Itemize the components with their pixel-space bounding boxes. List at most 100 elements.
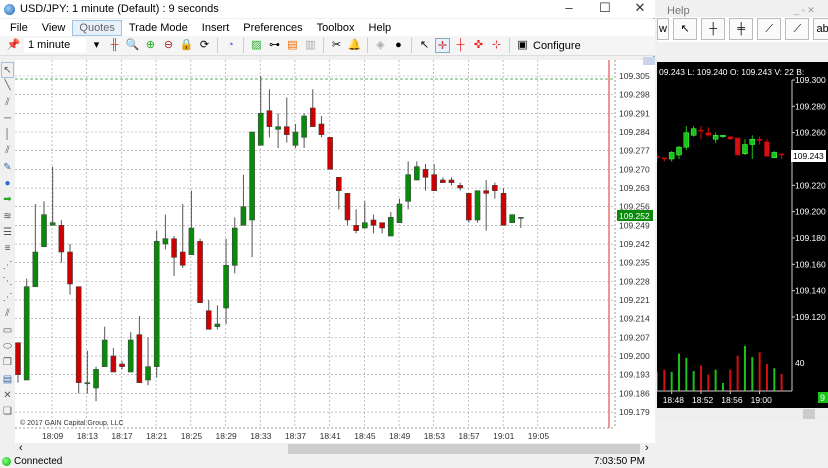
- side-chart[interactable]: 09.243 L: 109.240 O: 109.243 V: 22 B: 10…: [657, 0, 828, 468]
- crosshair-icon[interactable]: ✛: [435, 38, 450, 53]
- bars-icon[interactable]: ▥: [303, 38, 318, 53]
- volume-bar: [670, 371, 673, 391]
- candle-body: [361, 222, 368, 229]
- cross-marker-icon[interactable]: ⊹: [489, 38, 504, 53]
- price-chart[interactable]: 109.305 109.298 109.291 109.284 109.277 109.2…: [0, 56, 655, 456]
- price-label: 109.298: [619, 90, 650, 100]
- time-axis: 18:09 18:13 18:17 18:21 18:25 18:29 18:33 18:37…: [42, 431, 549, 441]
- menu-insert[interactable]: Insert: [195, 20, 237, 36]
- candle-body: [344, 193, 351, 221]
- candle-body: [335, 177, 342, 191]
- minimize-button[interactable]: –: [554, 0, 584, 18]
- price-label: 109.235: [619, 258, 650, 268]
- menu-preferences[interactable]: Preferences: [236, 20, 309, 36]
- price-label: 109.263: [619, 183, 650, 193]
- menu-view[interactable]: View: [35, 20, 73, 36]
- side-scroll-thumb[interactable]: [803, 409, 815, 419]
- candle-body: [405, 174, 411, 202]
- menu-help[interactable]: Help: [362, 20, 399, 36]
- price-label: 109.270: [619, 164, 650, 174]
- volume-bar: [751, 357, 754, 391]
- side-price-label: 109.120: [795, 312, 826, 322]
- menu-toolbox[interactable]: Toolbox: [310, 20, 362, 36]
- candle-body: [318, 123, 325, 135]
- timeframe-select[interactable]: 1 minute: [24, 38, 86, 53]
- scroll-left-arrow[interactable]: ‹: [19, 442, 23, 454]
- title-bar: USD/JPY: 1 minute (Default) : 9 seconds …: [0, 0, 655, 18]
- side-price-label: 109.160: [795, 259, 826, 269]
- volume-bar: [663, 369, 666, 391]
- time-label: 18:45: [354, 431, 376, 441]
- side-candle-body: [764, 141, 770, 157]
- side-candle-body: [778, 153, 785, 156]
- zoom-in-icon[interactable]: ⊕: [143, 38, 158, 53]
- dropdown-arrow-icon[interactable]: ▾: [89, 38, 104, 53]
- price-label: 109.228: [619, 276, 650, 286]
- app-icon: [4, 3, 15, 15]
- candle-body: [205, 310, 212, 330]
- menu-file[interactable]: File: [3, 20, 35, 36]
- hierarchy-icon[interactable]: ⊶: [267, 38, 282, 53]
- candle-body: [49, 222, 56, 226]
- scroll-right-arrow[interactable]: ›: [645, 442, 649, 454]
- side-candle-body: [661, 157, 668, 160]
- candle-body: [32, 251, 39, 287]
- scissors-icon[interactable]: ✂: [329, 38, 344, 53]
- cross-icon[interactable]: ┼: [453, 38, 468, 53]
- volume-bar: [758, 352, 761, 391]
- studies-icon[interactable]: ▨: [249, 38, 264, 53]
- pin-icon[interactable]: 📌: [6, 38, 21, 53]
- side-candle-body: [698, 129, 704, 132]
- volume-bar: [707, 374, 710, 391]
- configure-button[interactable]: Configure: [533, 40, 581, 52]
- side-candle-body: [727, 136, 734, 140]
- candle-body: [509, 214, 515, 223]
- candle-body: [257, 113, 264, 146]
- side-candle-body: [749, 138, 756, 145]
- candle-body: [101, 339, 108, 367]
- connection-status-icon: [2, 457, 11, 466]
- volume-bar: [677, 353, 680, 391]
- cross-dot-icon[interactable]: ✜: [471, 38, 486, 53]
- side-price-label: 109.280: [795, 101, 826, 111]
- pointer-icon[interactable]: ↖: [417, 38, 432, 53]
- horizontal-scrollbar[interactable]: ‹ ›: [15, 442, 655, 455]
- zoom-out-icon[interactable]: ⊖: [161, 38, 176, 53]
- side-scrollbar[interactable]: [657, 408, 828, 420]
- price-label: 109.200: [619, 351, 650, 361]
- separator: [367, 38, 368, 53]
- close-button[interactable]: ✕: [625, 0, 655, 18]
- time-label: 19:01: [493, 431, 515, 441]
- side-price-label: 109.140: [795, 286, 826, 296]
- toolbar: 📌 1 minute ▾ ╫ 🔍 ⊕ ⊖ 🔒 ⟳ ◔ ▨ ⊶ ▤ ▥ ✂ 🔔 ◈…: [0, 36, 655, 56]
- eraser-icon[interactable]: ◈: [373, 38, 388, 53]
- chart-type-icon[interactable]: ╫: [107, 38, 122, 53]
- maximize-button[interactable]: ☐: [590, 0, 620, 18]
- color-bars-icon[interactable]: ▤: [285, 38, 300, 53]
- current-price-label: 109.252: [619, 211, 650, 221]
- configure-icon[interactable]: ▣: [515, 38, 530, 53]
- price-label: 109.291: [619, 108, 650, 118]
- menu-trade-mode[interactable]: Trade Mode: [122, 20, 195, 36]
- price-label: 109.284: [619, 127, 650, 137]
- indicator-icon[interactable]: ◔: [223, 38, 238, 53]
- separator: [411, 38, 412, 53]
- alert-bell-icon[interactable]: 🔔: [347, 38, 362, 53]
- side-time-label: 18:48: [663, 395, 685, 405]
- candle-body: [162, 238, 169, 245]
- scroll-thumb[interactable]: [288, 444, 640, 454]
- time-label: 18:21: [146, 431, 168, 441]
- volume-bar: [729, 369, 732, 391]
- volume-bar: [765, 364, 768, 391]
- mouse-icon[interactable]: ●: [391, 38, 406, 53]
- price-label: 109.277: [619, 146, 650, 156]
- time-label: 18:13: [77, 431, 99, 441]
- menu-quotes[interactable]: Quotes: [72, 19, 122, 36]
- side-candle-body: [742, 144, 748, 154]
- time-label: 19:05: [528, 431, 550, 441]
- zoom-icon[interactable]: 🔍: [125, 38, 140, 53]
- time-label: 18:25: [181, 431, 203, 441]
- collapse-button[interactable]: [643, 57, 655, 65]
- refresh-icon[interactable]: ⟳: [197, 38, 212, 53]
- lock-icon[interactable]: 🔒: [179, 38, 194, 53]
